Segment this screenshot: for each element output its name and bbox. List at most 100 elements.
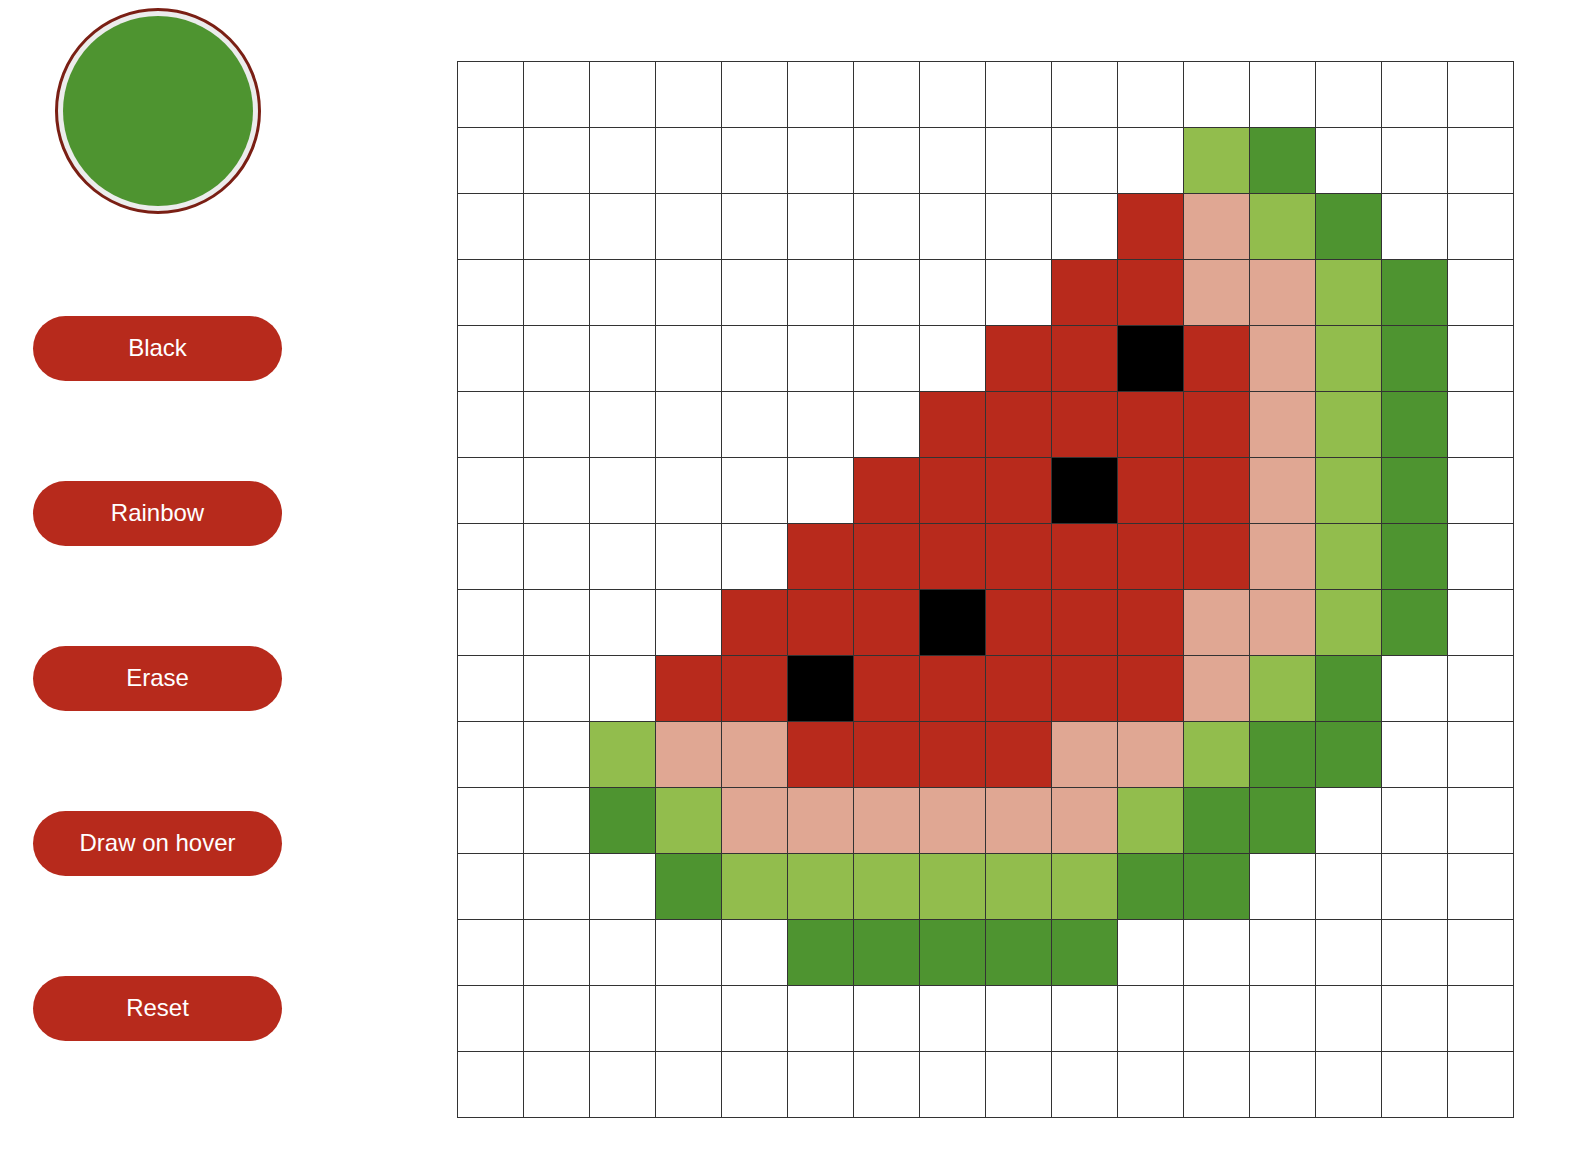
grid-cell[interactable] <box>788 458 854 524</box>
grid-cell[interactable] <box>1118 920 1184 986</box>
grid-cell[interactable] <box>986 260 1052 326</box>
grid-cell[interactable] <box>1052 1052 1118 1118</box>
grid-cell[interactable] <box>986 986 1052 1052</box>
grid-cell[interactable] <box>1118 656 1184 722</box>
grid-cell[interactable] <box>854 854 920 920</box>
grid-cell[interactable] <box>1250 854 1316 920</box>
grid-cell[interactable] <box>1118 392 1184 458</box>
grid-cell[interactable] <box>722 260 788 326</box>
grid-cell[interactable] <box>1448 260 1514 326</box>
reset-button[interactable]: Reset <box>33 976 282 1041</box>
grid-cell[interactable] <box>1184 920 1250 986</box>
grid-cell[interactable] <box>1382 986 1448 1052</box>
grid-cell[interactable] <box>986 326 1052 392</box>
grid-cell[interactable] <box>920 788 986 854</box>
grid-cell[interactable] <box>1382 392 1448 458</box>
grid-cell[interactable] <box>920 458 986 524</box>
grid-cell[interactable] <box>788 788 854 854</box>
grid-cell[interactable] <box>1316 656 1382 722</box>
grid-cell[interactable] <box>458 62 524 128</box>
grid-cell[interactable] <box>1184 128 1250 194</box>
grid-cell[interactable] <box>986 920 1052 986</box>
color-swatch[interactable] <box>63 16 253 206</box>
grid-cell[interactable] <box>1448 62 1514 128</box>
grid-cell[interactable] <box>986 590 1052 656</box>
grid-cell[interactable] <box>524 128 590 194</box>
grid-cell[interactable] <box>524 458 590 524</box>
grid-cell[interactable] <box>920 392 986 458</box>
grid-cell[interactable] <box>590 656 656 722</box>
black-button[interactable]: Black <box>33 316 282 381</box>
grid-cell[interactable] <box>722 194 788 260</box>
grid-cell[interactable] <box>722 524 788 590</box>
grid-cell[interactable] <box>788 854 854 920</box>
grid-cell[interactable] <box>1382 1052 1448 1118</box>
grid-cell[interactable] <box>1184 854 1250 920</box>
grid-cell[interactable] <box>1448 854 1514 920</box>
grid-cell[interactable] <box>920 590 986 656</box>
grid-cell[interactable] <box>524 62 590 128</box>
grid-cell[interactable] <box>722 788 788 854</box>
grid-cell[interactable] <box>1382 524 1448 590</box>
grid-cell[interactable] <box>656 1052 722 1118</box>
grid-cell[interactable] <box>1118 986 1184 1052</box>
grid-cell[interactable] <box>788 326 854 392</box>
grid-cell[interactable] <box>1184 62 1250 128</box>
grid-cell[interactable] <box>590 458 656 524</box>
grid-cell[interactable] <box>1118 788 1184 854</box>
grid-cell[interactable] <box>986 722 1052 788</box>
grid-cell[interactable] <box>1184 194 1250 260</box>
grid-cell[interactable] <box>920 722 986 788</box>
grid-cell[interactable] <box>458 854 524 920</box>
grid-cell[interactable] <box>1052 326 1118 392</box>
grid-cell[interactable] <box>722 986 788 1052</box>
grid-cell[interactable] <box>854 260 920 326</box>
grid-cell[interactable] <box>1184 986 1250 1052</box>
grid-cell[interactable] <box>1448 986 1514 1052</box>
grid-cell[interactable] <box>722 920 788 986</box>
grid-cell[interactable] <box>1052 62 1118 128</box>
grid-cell[interactable] <box>656 458 722 524</box>
grid-cell[interactable] <box>590 722 656 788</box>
grid-cell[interactable] <box>1250 656 1316 722</box>
grid-cell[interactable] <box>1184 260 1250 326</box>
grid-cell[interactable] <box>656 590 722 656</box>
grid-cell[interactable] <box>1316 524 1382 590</box>
grid-cell[interactable] <box>986 128 1052 194</box>
grid-cell[interactable] <box>1052 986 1118 1052</box>
grid-cell[interactable] <box>524 656 590 722</box>
grid-cell[interactable] <box>722 62 788 128</box>
grid-cell[interactable] <box>1316 128 1382 194</box>
grid-cell[interactable] <box>920 194 986 260</box>
grid-cell[interactable] <box>788 524 854 590</box>
grid-cell[interactable] <box>458 722 524 788</box>
grid-cell[interactable] <box>854 590 920 656</box>
grid-cell[interactable] <box>1382 722 1448 788</box>
grid-cell[interactable] <box>1382 788 1448 854</box>
grid-cell[interactable] <box>920 62 986 128</box>
grid-cell[interactable] <box>1184 326 1250 392</box>
grid-cell[interactable] <box>1316 260 1382 326</box>
grid-cell[interactable] <box>788 62 854 128</box>
grid-cell[interactable] <box>722 590 788 656</box>
grid-cell[interactable] <box>656 326 722 392</box>
grid-cell[interactable] <box>458 194 524 260</box>
grid-cell[interactable] <box>1382 62 1448 128</box>
grid-cell[interactable] <box>524 986 590 1052</box>
grid-cell[interactable] <box>854 920 920 986</box>
grid-cell[interactable] <box>1118 1052 1184 1118</box>
grid-cell[interactable] <box>920 986 986 1052</box>
grid-cell[interactable] <box>722 1052 788 1118</box>
grid-cell[interactable] <box>920 128 986 194</box>
grid-cell[interactable] <box>1316 986 1382 1052</box>
grid-cell[interactable] <box>1448 194 1514 260</box>
grid-cell[interactable] <box>1250 326 1316 392</box>
grid-cell[interactable] <box>788 260 854 326</box>
grid-cell[interactable] <box>854 128 920 194</box>
grid-cell[interactable] <box>1448 788 1514 854</box>
grid-cell[interactable] <box>920 920 986 986</box>
grid-cell[interactable] <box>1118 722 1184 788</box>
grid-cell[interactable] <box>1448 458 1514 524</box>
grid-cell[interactable] <box>656 722 722 788</box>
grid-cell[interactable] <box>458 128 524 194</box>
